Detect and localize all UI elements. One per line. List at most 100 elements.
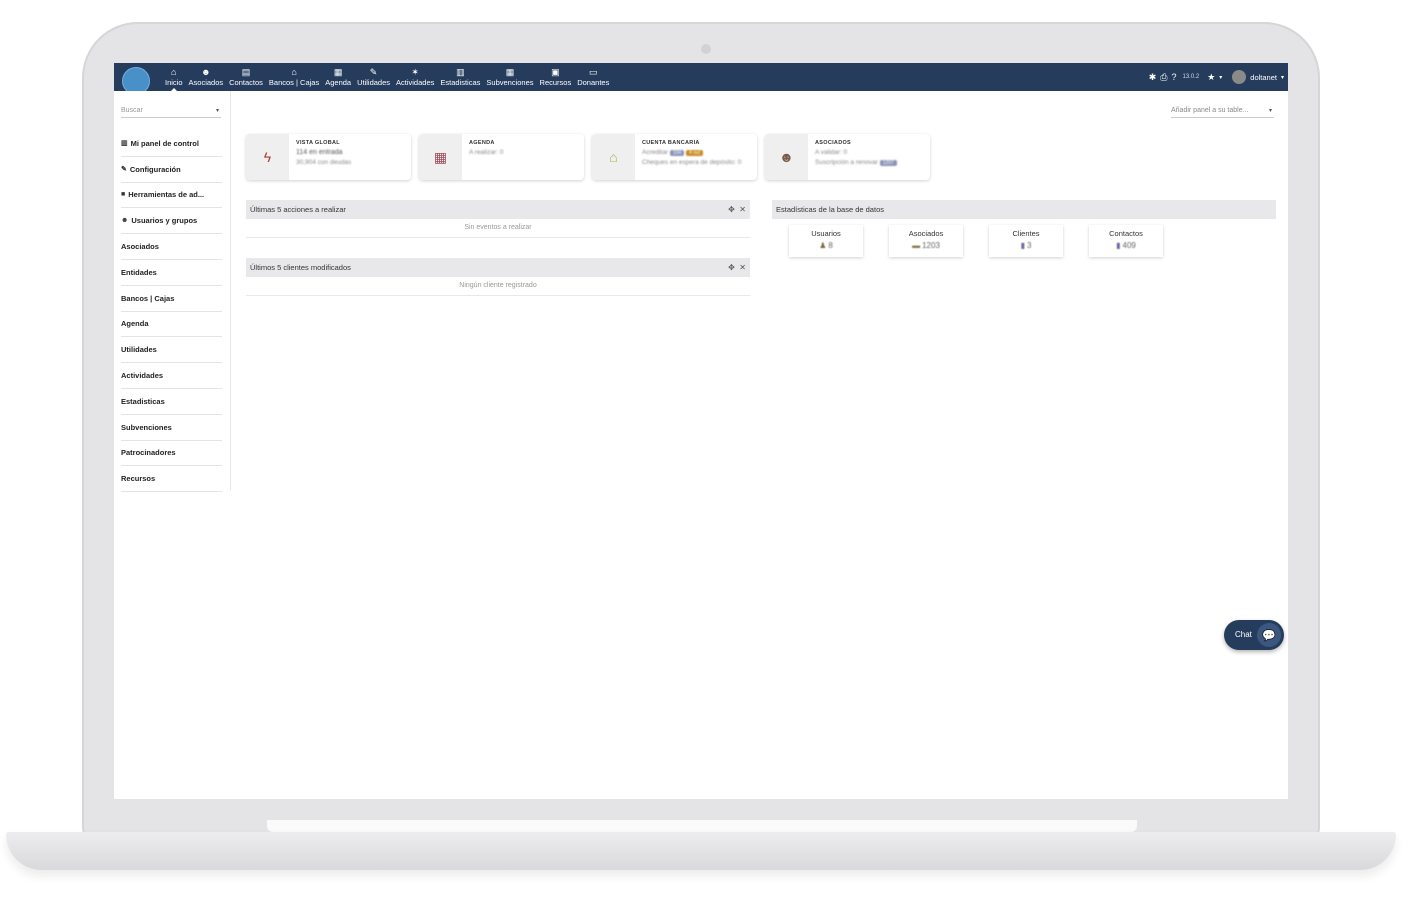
users-icon: ☻ — [201, 66, 211, 77]
stat-label: Clientes — [1012, 229, 1040, 238]
stat-usuarios[interactable]: Usuarios ♟ 8 — [789, 225, 863, 257]
stat-clientes[interactable]: Clientes ▮ 3 — [989, 225, 1063, 257]
bug-icon[interactable]: ✱ — [1149, 72, 1157, 83]
avatar[interactable] — [1232, 70, 1247, 84]
nav-item-actividades[interactable]: ✶ Actividades — [393, 63, 437, 91]
users-icon: ☻ — [765, 134, 808, 180]
sidebar-item-actividades[interactable]: Actividades — [121, 363, 222, 389]
panel-title: Últimos 5 clientes modificados — [250, 263, 351, 272]
calendar-icon: ▦ — [419, 134, 462, 180]
move-icon[interactable]: ✥ — [728, 205, 735, 214]
lightning-icon: ϟ — [246, 134, 289, 180]
nav-label: Bancos | Cajas — [268, 77, 320, 87]
add-panel-label: Añadir panel a su table... — [1171, 107, 1249, 114]
screen: ⌂ Inicio ☻ Asociados ▤ Contactos ⌂ Bancos | Caj… — [114, 63, 1288, 799]
nav-label: Inicio — [165, 77, 183, 87]
sidebar-item-label: Mi panel de control — [130, 138, 199, 148]
user-icon: ♟ — [819, 241, 827, 250]
box-line: Acreditar 104 4 out — [642, 149, 753, 156]
sidebar-item-recursos[interactable]: Recursos — [121, 466, 222, 493]
top-navbar: ⌂ Inicio ☻ Asociados ▤ Contactos ⌂ Bancos | Caj… — [114, 63, 1288, 95]
client-icon: ▮ — [1020, 241, 1025, 250]
sidebar-item-label: Utilidades — [121, 345, 157, 355]
search-placeholder: Buscar — [121, 107, 143, 114]
chart-icon: ▥ — [456, 66, 465, 77]
wrench-icon: ✎ — [121, 166, 127, 174]
caret-down-icon[interactable]: ▾ — [216, 105, 219, 117]
sidebar-item-bancos-cajas[interactable]: Bancos | Cajas — [121, 286, 222, 312]
nav-item-subvenciones[interactable]: ▦ Subvenciones — [483, 63, 536, 91]
box-line: Cheques en espera de depósito: 0 — [642, 159, 742, 166]
sidebar-item-estadisticas[interactable]: Estadisticas — [121, 389, 222, 415]
sidebar-item-configuraci-n[interactable]: ✎ Configuración — [121, 157, 222, 183]
add-panel-select[interactable]: Añadir panel a su table... ▾ — [1171, 105, 1274, 118]
nav-label: Actividades — [396, 77, 435, 87]
nav-item-recursos[interactable]: ▣ Recursos — [537, 63, 575, 91]
stat-value: 8 — [828, 241, 833, 250]
sidebar-item-subvenciones[interactable]: Subvenciones — [121, 415, 222, 441]
nav-label: Asociados — [188, 77, 224, 87]
help-icon[interactable]: ? — [1171, 72, 1176, 82]
sidebar-item-mi-panel-de-control[interactable]: ▥ Mi panel de control — [121, 131, 222, 157]
contact-icon: ▮ — [1116, 241, 1121, 250]
nav-item-agenda[interactable]: ▦ Agenda — [322, 63, 354, 91]
box-agenda[interactable]: ▦ AGENDA A realizar: 0 — [419, 134, 584, 180]
sidebar-item-herramientas-de-ad-[interactable]: ■ Herramientas de ad... — [121, 183, 222, 209]
panel-title: Estadísticas de la base de datos — [776, 205, 884, 214]
nav-label: Subvenciones — [486, 77, 534, 87]
sidebar-item-usuarios-y-grupos[interactable]: ☻ Usuarios y grupos — [121, 208, 222, 235]
bank-icon: ⌂ — [592, 134, 635, 180]
stat-asociados[interactable]: Asociados ▬ 1203 — [889, 225, 963, 257]
stat-value: 409 — [1122, 241, 1136, 250]
print-icon[interactable]: ⎙ — [1160, 72, 1167, 83]
sidebar-item-asociados[interactable]: Asociados — [121, 234, 222, 260]
stat-contactos[interactable]: Contactos ▮ 409 — [1089, 225, 1163, 257]
nav-item-asociados[interactable]: ☻ Asociados — [186, 63, 227, 91]
box-asociados[interactable]: ☻ ASOCIADOS A validar: 0 Suscripción a r… — [765, 134, 930, 180]
laptop-base — [6, 832, 1396, 870]
caret-down-icon: ▾ — [1268, 108, 1272, 114]
nav-label: Contactos — [229, 77, 263, 87]
nav-item-contactos[interactable]: ▤ Contactos — [226, 63, 266, 91]
close-icon[interactable]: ✕ — [739, 263, 746, 272]
box-title: VISTA GLOBAL — [296, 140, 340, 146]
box-line: A realizar: 0 — [469, 149, 504, 156]
grant-icon: ▦ — [505, 66, 515, 77]
bank-icon: ⌂ — [291, 66, 297, 77]
nav-item-bancos-cajas[interactable]: ⌂ Bancos | Cajas — [266, 63, 322, 91]
stat-value: 3 — [1026, 241, 1032, 250]
chat-label: Chat — [1235, 630, 1252, 639]
box-cuenta-bancaria[interactable]: ⌂ CUENTA BANCARIA Acreditar 104 4 out Ch… — [592, 134, 757, 180]
sidebar-item-entidades[interactable]: Entidades — [121, 260, 222, 286]
panel-clients-empty: Ningún cliente registrado — [246, 277, 750, 296]
nav-item-donantes[interactable]: ▭ Donantes — [574, 63, 612, 91]
calendar-icon: ▦ — [333, 66, 343, 77]
sidebar-item-label: Recursos — [121, 474, 156, 484]
chevron-down-icon[interactable]: ▾ — [1219, 74, 1222, 81]
nav-item-inicio[interactable]: ⌂ Inicio — [162, 63, 186, 91]
sidebar-menu: ▥ Mi panel de control ✎ Configuración ■ Herra… — [121, 131, 222, 493]
box-title: AGENDA — [469, 140, 495, 146]
sidebar-item-label: Asociados — [121, 242, 159, 252]
laptop-notch — [267, 820, 1137, 832]
sidebar-item-patrocinadores[interactable]: Patrocinadores — [121, 441, 222, 467]
bookmark-star-icon[interactable]: ★ — [1207, 72, 1215, 83]
sidebar-item-label: Bancos | Cajas — [121, 293, 175, 303]
close-icon[interactable]: ✕ — [739, 205, 746, 214]
badge: 4 out — [685, 150, 704, 156]
nav-item-utilidades[interactable]: ✎ Utilidades — [354, 63, 393, 91]
sidebar-item-agenda[interactable]: Agenda — [121, 312, 222, 338]
chevron-down-icon[interactable]: ▾ — [1281, 74, 1284, 81]
nav-item-estadisticas[interactable]: ▥ Estadisticas — [437, 63, 483, 91]
search-input[interactable]: Buscar ▾ — [121, 105, 221, 118]
panel-stats-header: Estadísticas de la base de datos — [772, 200, 1276, 219]
sidebar-item-label: Estadisticas — [121, 396, 165, 406]
box-vista-global[interactable]: ϟ VISTA GLOBAL 114 en entrada 30,904 con… — [246, 134, 411, 180]
chat-button[interactable]: Chat 💬 — [1224, 620, 1284, 650]
move-icon[interactable]: ✥ — [728, 263, 735, 272]
box-line: A validar: 0 — [815, 149, 848, 156]
sidebar-item-label: Actividades — [121, 371, 164, 381]
sidebar-item-utilidades[interactable]: Utilidades — [121, 337, 222, 364]
stat-label: Asociados — [908, 229, 944, 238]
user-name[interactable]: doltanet — [1250, 73, 1277, 82]
